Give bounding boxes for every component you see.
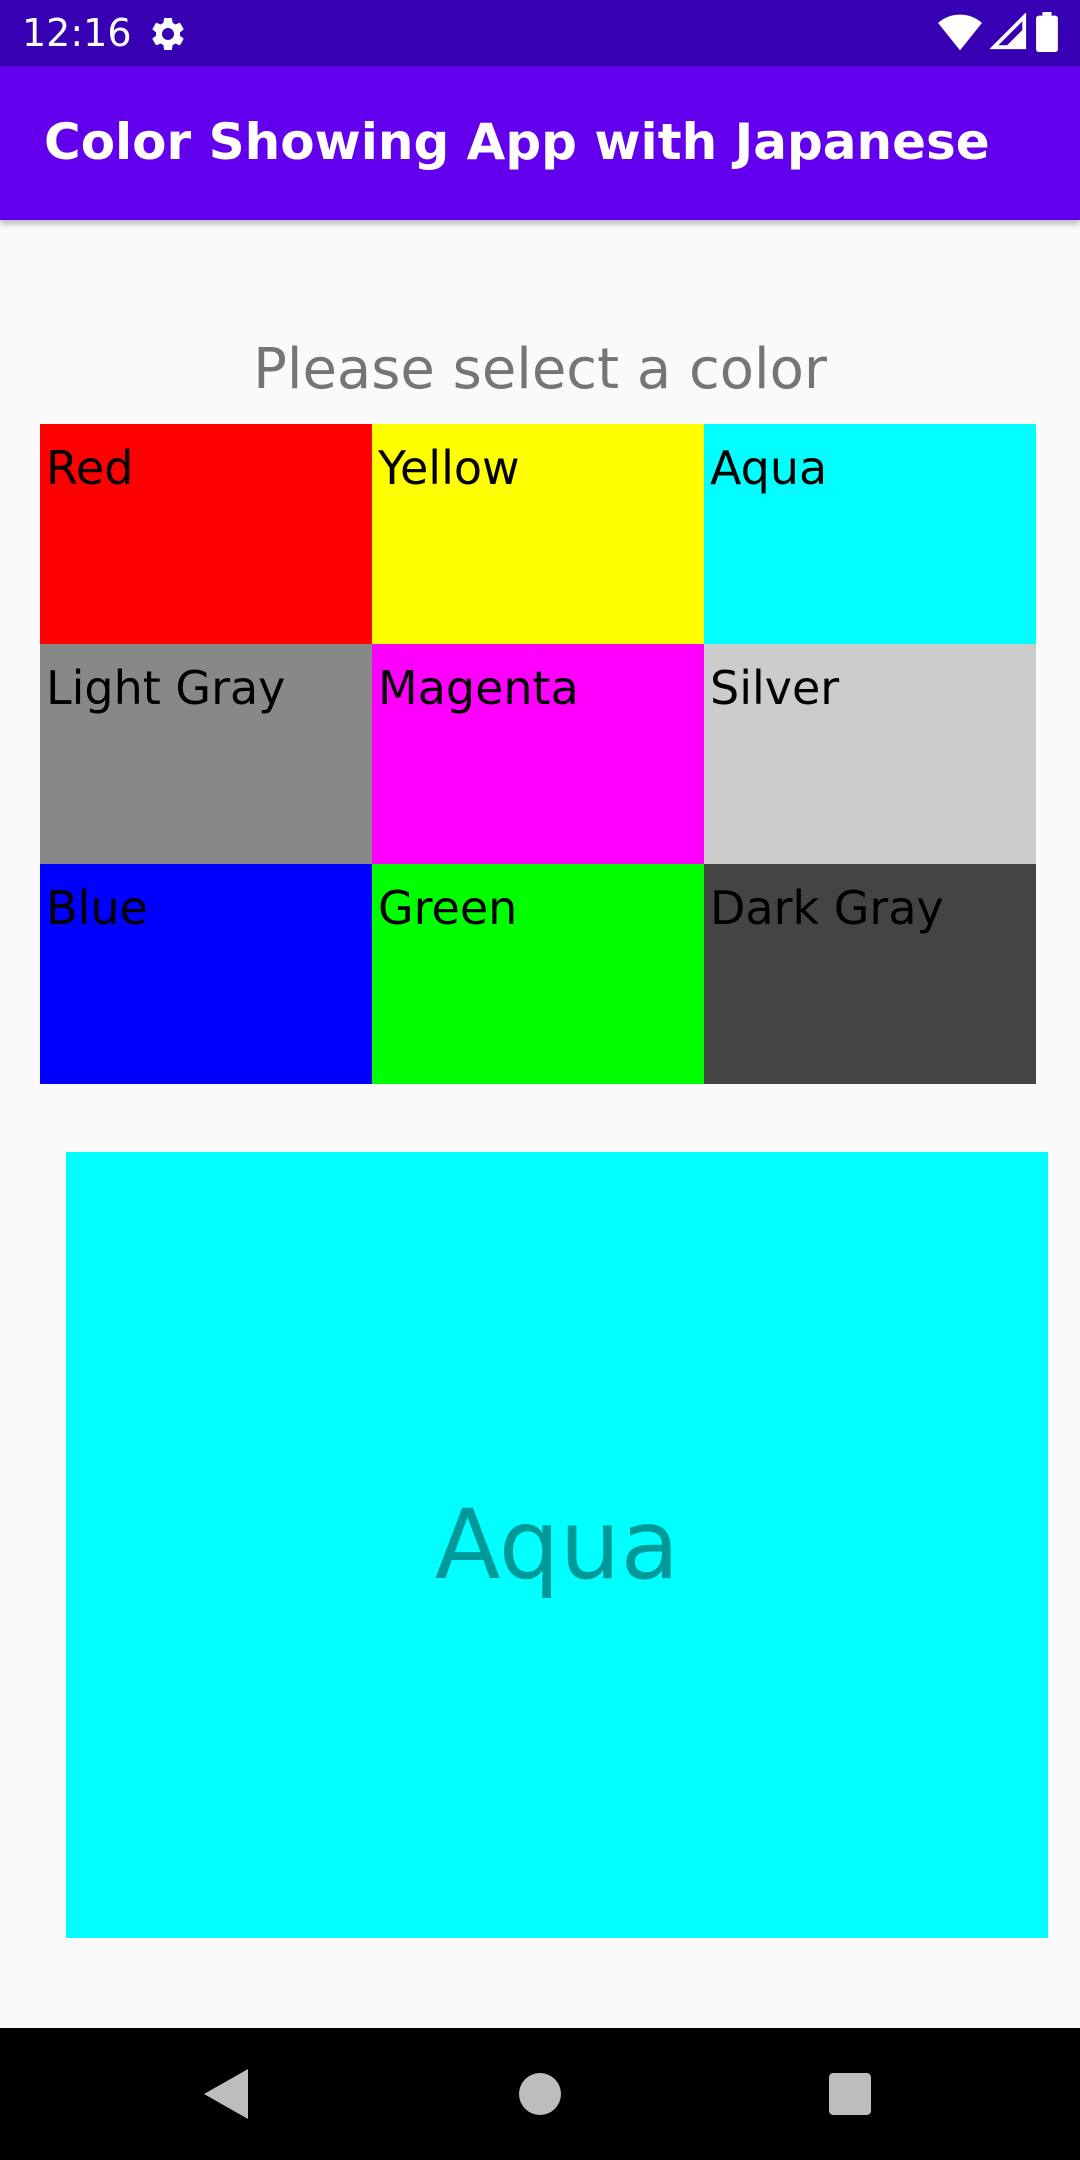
color-button-label: Magenta bbox=[378, 661, 579, 715]
navigation-bar bbox=[0, 2028, 1080, 2160]
signal-icon bbox=[989, 12, 1028, 55]
color-button-yellow[interactable]: Yellow bbox=[372, 424, 704, 644]
color-button-dark-gray[interactable]: Dark Gray bbox=[704, 864, 1036, 1084]
color-button-label: Yellow bbox=[378, 441, 520, 495]
color-grid: Red Yellow Aqua Light Gray Magenta Silve… bbox=[40, 424, 1036, 1084]
color-button-blue[interactable]: Blue bbox=[40, 864, 372, 1084]
color-button-label: Green bbox=[378, 881, 518, 935]
color-button-light-gray[interactable]: Light Gray bbox=[40, 644, 372, 864]
color-button-label: Red bbox=[46, 441, 134, 495]
status-time: 12:16 bbox=[22, 11, 132, 55]
color-button-label: Silver bbox=[710, 661, 840, 715]
app-title: Color Showing App with Japanese bbox=[44, 113, 990, 171]
status-icons bbox=[938, 12, 1058, 56]
wifi-icon bbox=[938, 13, 982, 55]
color-button-green[interactable]: Green bbox=[372, 864, 704, 1084]
color-button-label: Blue bbox=[46, 881, 148, 935]
home-icon[interactable] bbox=[510, 2064, 570, 2124]
select-color-prompt: Please select a color bbox=[253, 337, 827, 402]
color-button-aqua[interactable]: Aqua bbox=[704, 424, 1036, 644]
color-button-label: Dark Gray bbox=[710, 881, 944, 935]
recents-icon[interactable] bbox=[820, 2064, 880, 2124]
color-button-red[interactable]: Red bbox=[40, 424, 372, 644]
selected-color-label: Aqua bbox=[434, 1489, 680, 1601]
selected-color-display: Aqua bbox=[66, 1152, 1048, 1938]
back-icon[interactable] bbox=[196, 2064, 256, 2124]
color-button-silver[interactable]: Silver bbox=[704, 644, 1036, 864]
battery-icon bbox=[1036, 12, 1058, 56]
color-button-label: Aqua bbox=[710, 441, 828, 495]
color-button-magenta[interactable]: Magenta bbox=[372, 644, 704, 864]
status-bar: 12:16 bbox=[0, 0, 1080, 66]
app-bar: Color Showing App with Japanese bbox=[0, 66, 1080, 220]
gear-icon bbox=[148, 14, 188, 54]
color-button-label: Light Gray bbox=[46, 661, 286, 715]
